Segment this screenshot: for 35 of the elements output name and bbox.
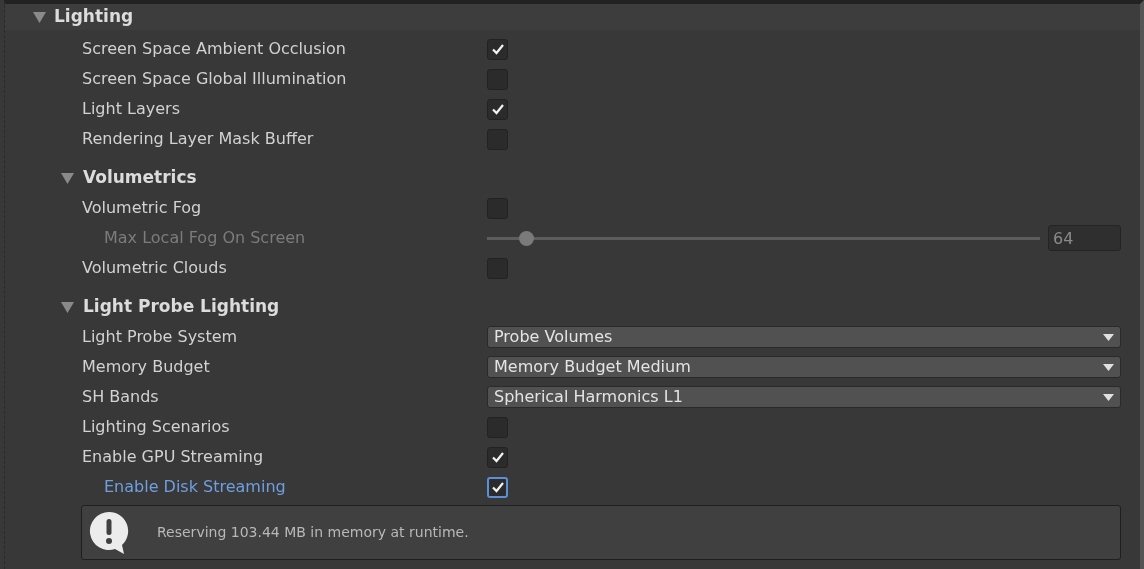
- foldout-arrow-icon[interactable]: [33, 11, 46, 23]
- checkbox[interactable]: [487, 98, 508, 120]
- help-message: Reserving 103.44 MB in memory at runtime.: [157, 523, 469, 542]
- caret-icon: [1103, 363, 1114, 371]
- foldout-arrow-icon[interactable]: [61, 172, 74, 184]
- property-label: Light Layers: [81, 98, 181, 120]
- property-label: Enable Disk Streaming: [103, 476, 287, 498]
- foldout-arrow-icon[interactable]: [61, 301, 74, 313]
- property-label: Enable GPU Streaming: [81, 446, 265, 468]
- property-label: Max Local Fog On Screen: [103, 227, 307, 249]
- property-label: SH Bands: [81, 386, 160, 408]
- caret-icon: [1103, 393, 1114, 401]
- caret-icon: [1103, 333, 1114, 341]
- checkmark-icon: [490, 42, 505, 56]
- dropdown[interactable]: Memory Budget Medium: [487, 356, 1121, 378]
- property-label: Memory Budget: [81, 356, 211, 378]
- section-title[interactable]: Lighting: [54, 4, 134, 30]
- section-title[interactable]: Volumetrics: [83, 165, 197, 191]
- property-label: Volumetric Fog: [81, 197, 203, 219]
- property-label: Screen Space Global Illumination: [81, 68, 348, 90]
- dropdown[interactable]: Probe Volumes: [487, 326, 1121, 348]
- section-title[interactable]: Light Probe Lighting: [83, 294, 280, 320]
- checkmark-icon: [490, 480, 505, 494]
- info-icon: [89, 510, 129, 555]
- checkmark-icon: [490, 450, 505, 464]
- checkbox[interactable]: [487, 446, 508, 468]
- checkbox[interactable]: [487, 476, 508, 498]
- checkmark-icon: [490, 102, 505, 116]
- property-label: Screen Space Ambient Occlusion: [81, 38, 347, 60]
- checkbox[interactable]: [487, 38, 508, 60]
- dropdown[interactable]: Spherical Harmonics L1: [487, 386, 1121, 408]
- property-label: Light Probe System: [81, 326, 239, 348]
- property-label: Rendering Layer Mask Buffer: [81, 128, 315, 150]
- property-label: Lighting Scenarios: [81, 416, 231, 438]
- property-label: Volumetric Clouds: [81, 257, 228, 279]
